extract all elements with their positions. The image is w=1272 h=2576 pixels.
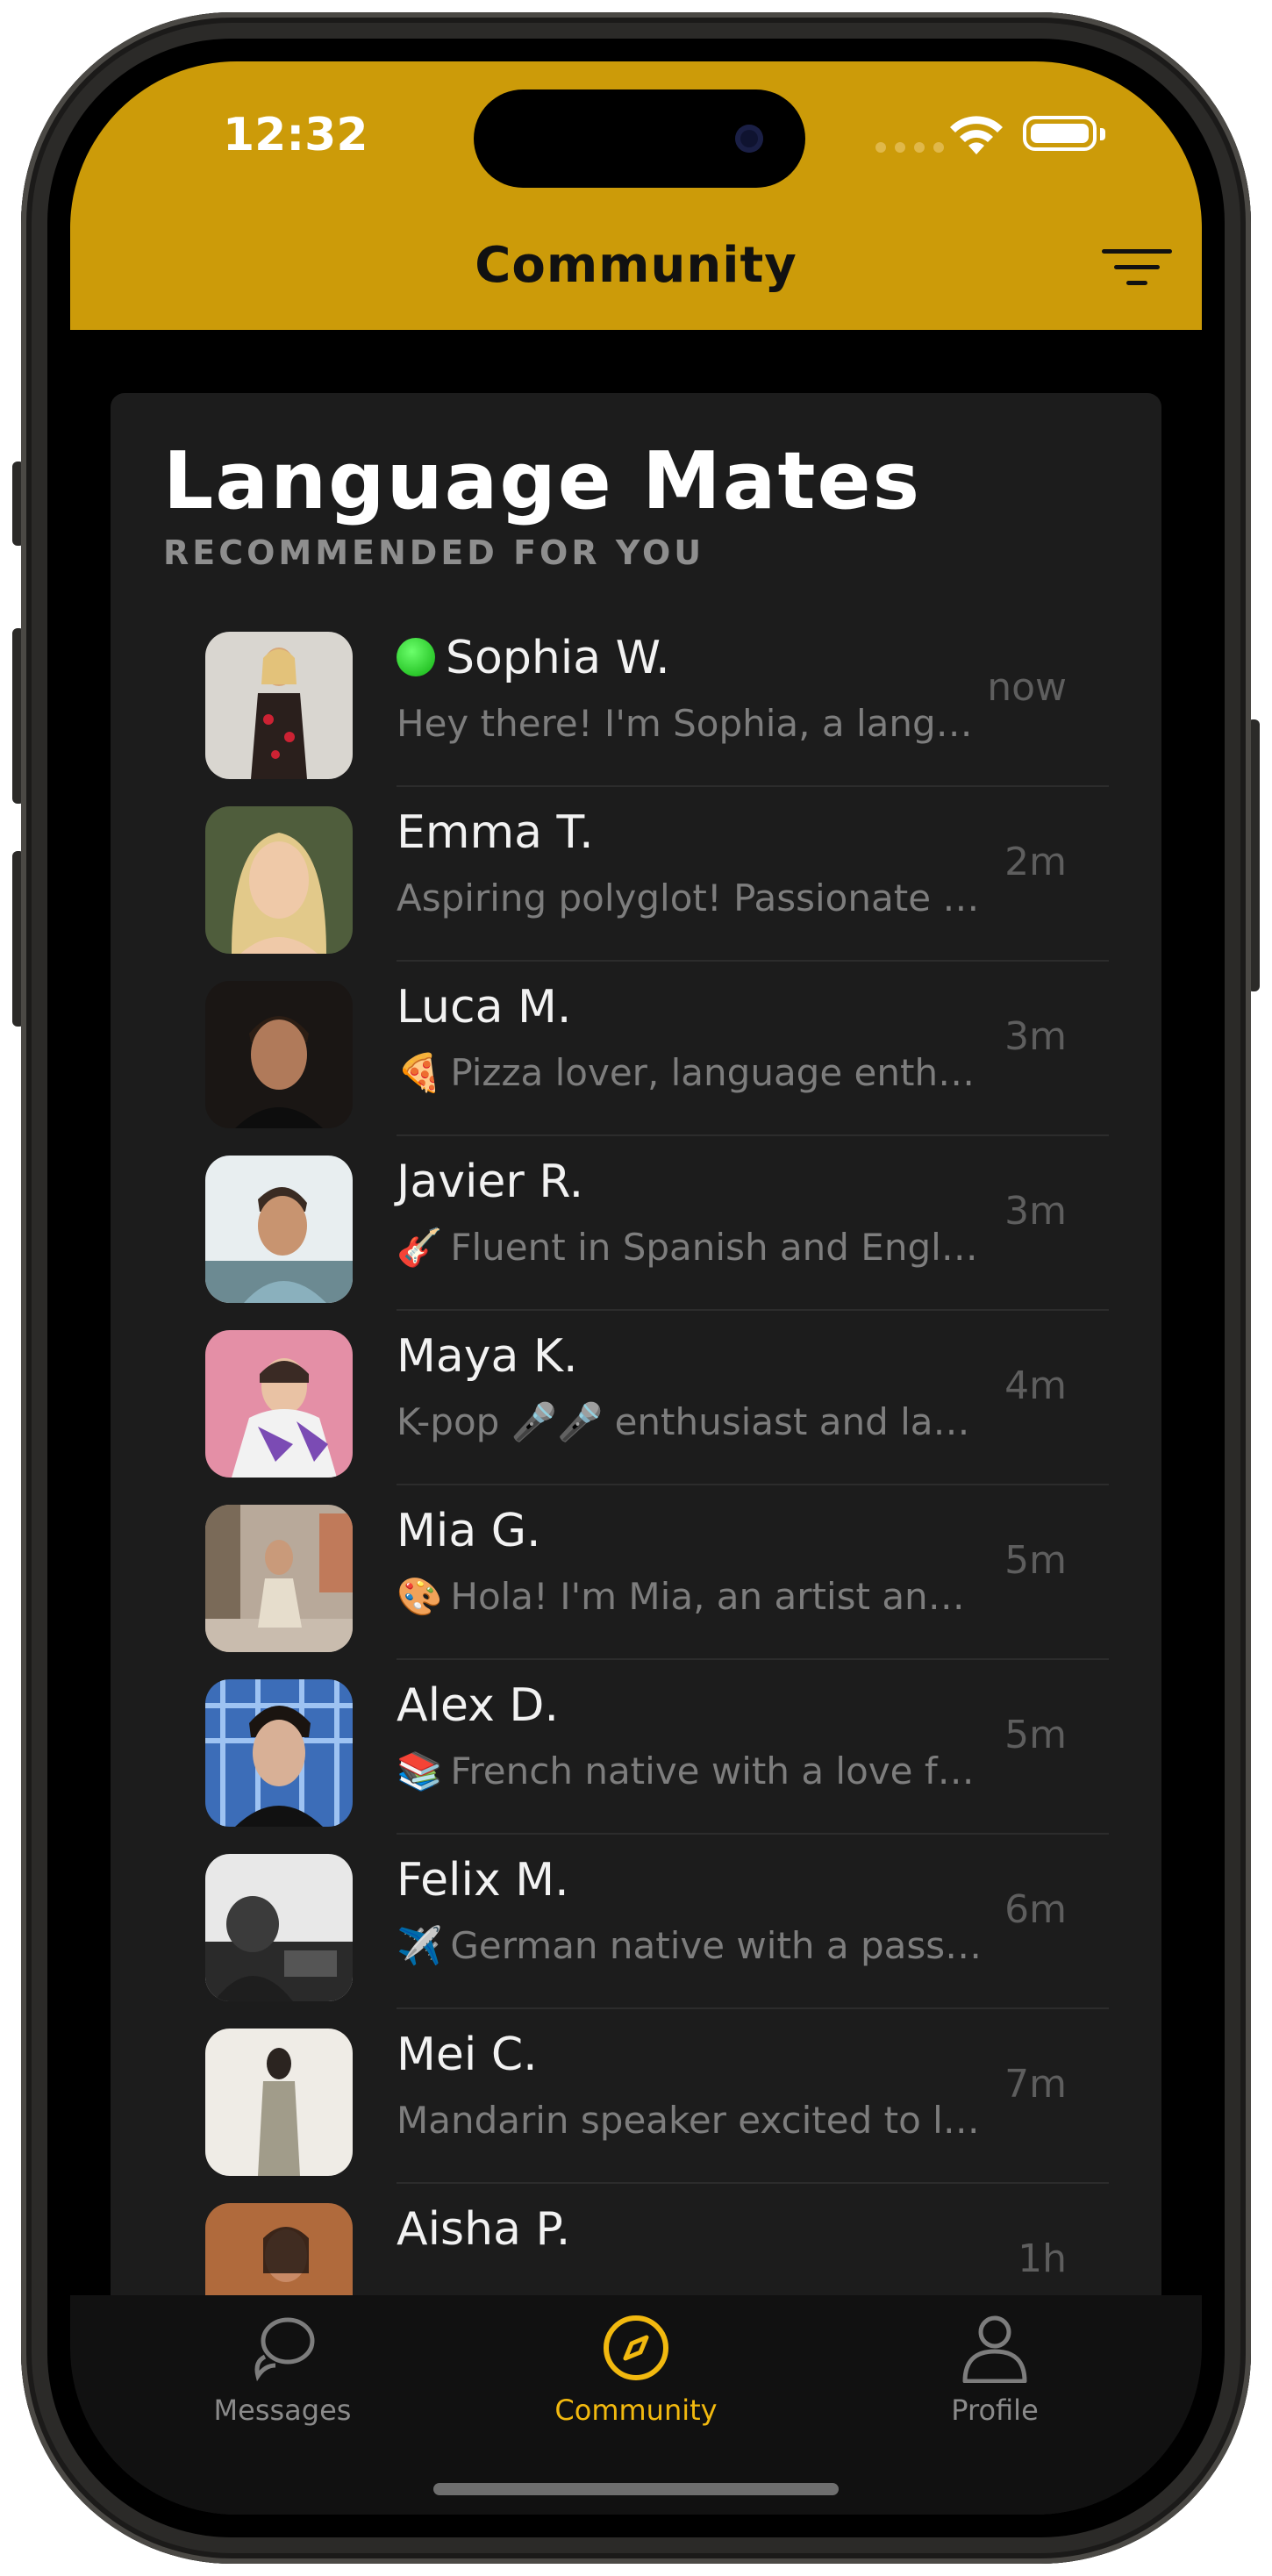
list-item[interactable]: Alex D. 📚 French native with a love for … [111,1660,1161,1835]
avatar [205,1156,353,1303]
wifi-icon [950,116,1003,154]
language-mates-card: Language Mates RECOMMENDED FOR YOU Sophi… [111,393,1161,2515]
list-item[interactable]: Emma T. Aspiring polyglot! Passionate ab… [111,787,1161,962]
mate-preview: Hey there! I'm Sophia, a language enthus… [397,702,983,745]
home-indicator[interactable] [433,2483,839,2495]
mate-time: 5m [1004,1538,1067,1583]
avatar [205,1505,353,1652]
card-title: Language Mates [163,435,922,527]
list-item[interactable]: Luca M. 🍕 Pizza lover, language enthusia… [111,962,1161,1136]
page-title: Community [475,237,797,294]
avatar [205,1854,353,2001]
books-icon: 📚 [397,1750,443,1792]
pizza-icon: 🍕 [397,1051,443,1094]
camera-icon [735,125,763,153]
chat-bubbles-icon [254,2317,315,2382]
tab-label: Profile [951,2394,1039,2427]
avatar [205,1330,353,1478]
mate-name: Mei C. [397,2029,538,2081]
cellular-signal-icon [875,142,944,153]
mate-name: Felix M. [397,1854,569,1907]
mate-time: now [987,665,1067,710]
mate-name: Maya K. [397,1330,578,1383]
filter-icon[interactable] [1102,246,1172,290]
avatar [205,632,353,779]
mate-time: 6m [1004,1887,1067,1932]
airplane-icon: ✈️ [397,1924,443,1967]
mate-time: 3m [1004,1189,1067,1234]
mate-name: Sophia W. [397,632,670,684]
mate-time: 4m [1004,1363,1067,1408]
mate-preview: 📚 French native with a love for books [397,1750,983,1792]
mate-time: 5m [1004,1713,1067,1757]
header: 12:32 Community [70,61,1202,330]
mate-name: Alex D. [397,1679,559,1732]
mate-name: Aisha P. [397,2203,571,2256]
mate-preview: K-pop 🎤🎤 enthusiast and language learner [397,1400,983,1443]
screen: 12:32 Community Language Mates RECOMMEND… [70,61,1202,2515]
avatar [205,1679,353,1827]
mate-preview: 🎨 Hola! I'm Mia, an artist and traveler [397,1575,983,1618]
battery-icon [1023,116,1097,151]
list-item[interactable]: Sophia W. Hey there! I'm Sophia, a langu… [111,612,1161,787]
mate-name: Emma T. [397,806,594,859]
online-status-icon [397,638,435,676]
dynamic-island [474,89,805,188]
mate-time: 7m [1004,2062,1067,2107]
mate-time: 3m [1004,1014,1067,1059]
list-item[interactable]: Mia G. 🎨 Hola! I'm Mia, an artist and tr… [111,1485,1161,1660]
avatar [205,806,353,954]
mate-time: 2m [1004,840,1067,884]
status-time: 12:32 [223,109,368,161]
guitar-icon: 🎸 [397,1226,443,1269]
tab-label: Community [554,2394,718,2427]
person-icon [962,2315,1027,2384]
mate-name: Luca M. [397,981,572,1034]
mate-preview: ✈️ German native with a passion for flyi… [397,1924,983,1967]
compass-icon [604,2315,668,2380]
mate-name: Javier R. [397,1156,584,1208]
tab-messages[interactable]: Messages [177,2313,388,2427]
tab-bar: Messages Community Profile [70,2295,1202,2515]
card-subtitle: RECOMMENDED FOR YOU [163,533,705,572]
list-item[interactable]: Felix M. ✈️ German native with a passion… [111,1835,1161,2009]
mate-preview: Mandarin speaker excited to learn [397,2099,983,2142]
mate-preview: 🎸 Fluent in Spanish and English [397,1226,983,1269]
tab-label: Messages [213,2394,352,2427]
tab-community[interactable]: Community [531,2313,741,2427]
mate-time: 1h [1018,2236,1067,2281]
avatar [205,2029,353,2176]
mate-name: Mia G. [397,1505,541,1557]
phone-bezel: 12:32 Community Language Mates RECOMMEND… [47,39,1225,2537]
avatar [205,981,353,1128]
list-item[interactable]: Javier R. 🎸 Fluent in Spanish and Englis… [111,1136,1161,1311]
battery-tip [1100,128,1105,140]
mate-preview: 🍕 Pizza lover, language enthusiast [397,1051,983,1094]
list-item[interactable]: Mei C. Mandarin speaker excited to learn… [111,2009,1161,2184]
mate-preview: Aspiring polyglot! Passionate about lang… [397,877,983,919]
palette-icon: 🎨 [397,1575,443,1618]
tab-profile[interactable]: Profile [890,2313,1100,2427]
list-item[interactable]: Maya K. K-pop 🎤🎤 enthusiast and language… [111,1311,1161,1485]
